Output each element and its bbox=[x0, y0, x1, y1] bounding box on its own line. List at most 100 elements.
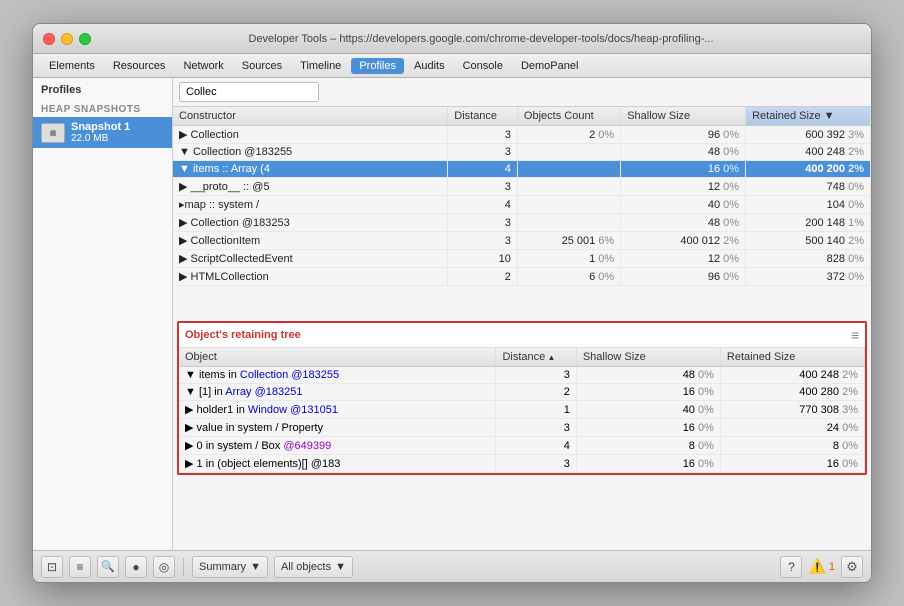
row-distance: 4 bbox=[448, 196, 518, 214]
sidebar-item-snapshot1[interactable]: ▦ Snapshot 1 22.0 MB bbox=[33, 117, 172, 148]
menu-elements[interactable]: Elements bbox=[41, 58, 103, 74]
ret-row-distance: 1 bbox=[496, 401, 576, 419]
row-constructor: ▶ HTMLCollection bbox=[173, 268, 448, 286]
col-retained-size[interactable]: Retained Size ▼ bbox=[746, 107, 871, 126]
title-bar: Developer Tools – https://developers.goo… bbox=[33, 24, 871, 54]
table-row[interactable]: ▶ HTMLCollection 2 6 0% 96 0% 372 0% bbox=[173, 268, 871, 286]
row-retained: 400 200 2% bbox=[746, 161, 871, 178]
row-retained: 600 392 3% bbox=[746, 126, 871, 144]
ret-row-retained: 770 308 3% bbox=[720, 401, 864, 419]
all-objects-dropdown[interactable]: All objects ▼ bbox=[274, 556, 353, 578]
row-retained: 372 0% bbox=[746, 268, 871, 286]
table-row[interactable]: ▶ ScriptCollectedEvent 10 1 0% 12 0% 828… bbox=[173, 250, 871, 268]
ret-row-shallow: 8 0% bbox=[576, 437, 720, 455]
sidebar-section: HEAP SNAPSHOTS bbox=[33, 100, 172, 117]
sidebar: Profiles HEAP SNAPSHOTS ▦ Snapshot 1 22.… bbox=[33, 78, 173, 550]
ret-col-object[interactable]: Object bbox=[179, 348, 496, 367]
row-obj-count bbox=[517, 196, 620, 214]
row-obj-count: 6 0% bbox=[517, 268, 620, 286]
row-distance: 3 bbox=[448, 178, 518, 196]
row-constructor: ▶ Collection bbox=[173, 126, 448, 144]
all-objects-dropdown-arrow: ▼ bbox=[335, 561, 346, 573]
minimize-button[interactable] bbox=[61, 33, 73, 45]
row-retained: 200 148 1% bbox=[746, 214, 871, 232]
row-obj-count: 1 0% bbox=[517, 250, 620, 268]
row-shallow: 12 0% bbox=[621, 178, 746, 196]
col-shallow-size[interactable]: Shallow Size bbox=[621, 107, 746, 126]
summary-dropdown[interactable]: Summary ▼ bbox=[192, 556, 268, 578]
table-row[interactable]: ▶ Collection @183253 3 48 0% 200 148 1% bbox=[173, 214, 871, 232]
filter-bar bbox=[173, 78, 871, 107]
help-btn[interactable]: ? bbox=[780, 556, 802, 578]
table-row[interactable]: ▶ __proto__ :: @5 3 12 0% 748 0% bbox=[173, 178, 871, 196]
snapshot-info: Snapshot 1 22.0 MB bbox=[71, 121, 130, 144]
menu-profiles[interactable]: Profiles bbox=[351, 58, 404, 74]
ret-row-shallow: 40 0% bbox=[576, 401, 720, 419]
bottom-toolbar: ⊡ ≡ 🔍 ● ◎ Summary ▼ All objects ▼ ? ⚠️ 1… bbox=[33, 550, 871, 582]
table-row[interactable]: ▸map :: system / 4 40 0% 104 0% bbox=[173, 196, 871, 214]
menu-console[interactable]: Console bbox=[455, 58, 511, 74]
search-btn[interactable]: 🔍 bbox=[97, 556, 119, 578]
menu-network[interactable]: Network bbox=[175, 58, 231, 74]
ret-row-retained: 400 280 2% bbox=[720, 384, 864, 401]
row-obj-count bbox=[517, 214, 620, 232]
close-button[interactable] bbox=[43, 33, 55, 45]
retaining-tree-title: Object's retaining tree bbox=[185, 329, 301, 341]
ret-row-distance: 3 bbox=[496, 367, 576, 384]
row-distance: 10 bbox=[448, 250, 518, 268]
col-objects-count[interactable]: Objects Count bbox=[517, 107, 620, 126]
table-row[interactable]: ▶ CollectionItem 3 25 001 6% 400 012 2% … bbox=[173, 232, 871, 250]
col-distance[interactable]: Distance bbox=[448, 107, 518, 126]
gear-btn[interactable]: ⚙ bbox=[841, 556, 863, 578]
warning-icon: ⚠️ bbox=[808, 558, 825, 575]
row-obj-count: 2 0% bbox=[517, 126, 620, 144]
ret-col-shallow[interactable]: Shallow Size bbox=[576, 348, 720, 367]
window-controls bbox=[43, 33, 91, 45]
summary-dropdown-arrow: ▼ bbox=[250, 561, 261, 573]
all-objects-label: All objects bbox=[281, 561, 331, 573]
col-constructor[interactable]: Constructor bbox=[173, 107, 448, 126]
table-row-selected[interactable]: ▼ items :: Array (4 4 16 0% 400 200 2% bbox=[173, 161, 871, 178]
row-shallow: 48 0% bbox=[621, 214, 746, 232]
snapshot-size: 22.0 MB bbox=[71, 133, 130, 144]
ret-row-retained: 8 0% bbox=[720, 437, 864, 455]
retaining-row[interactable]: ▶ value in system / Property 3 16 0% 24 … bbox=[179, 419, 865, 437]
menu-resources[interactable]: Resources bbox=[105, 58, 174, 74]
stack-btn[interactable]: ≡ bbox=[69, 556, 91, 578]
maximize-button[interactable] bbox=[79, 33, 91, 45]
ret-col-retained[interactable]: Retained Size bbox=[720, 348, 864, 367]
console-btn[interactable]: ⊡ bbox=[41, 556, 63, 578]
retaining-tree-section: Object's retaining tree ≡ Object Distanc… bbox=[177, 321, 867, 475]
ret-row-retained: 16 0% bbox=[720, 455, 864, 473]
menu-audits[interactable]: Audits bbox=[406, 58, 453, 74]
filter-input[interactable] bbox=[179, 82, 319, 102]
summary-label: Summary bbox=[199, 561, 246, 573]
row-retained: 500 140 2% bbox=[746, 232, 871, 250]
row-retained: 400 248 2% bbox=[746, 144, 871, 161]
menu-demopanel[interactable]: DemoPanel bbox=[513, 58, 586, 74]
retaining-tree-menu-icon[interactable]: ≡ bbox=[851, 327, 859, 343]
row-constructor: ▶ CollectionItem bbox=[173, 232, 448, 250]
sidebar-title: Profiles bbox=[33, 78, 172, 100]
retaining-row[interactable]: ▼ items in Collection @183255 3 48 0% 40… bbox=[179, 367, 865, 384]
ret-row-shallow: 16 0% bbox=[576, 455, 720, 473]
retaining-row[interactable]: ▶ 0 in system / Box @649399 4 8 0% 8 0% bbox=[179, 437, 865, 455]
retaining-tree-header: Object's retaining tree ≡ bbox=[179, 323, 865, 348]
ret-row-shallow: 48 0% bbox=[576, 367, 720, 384]
retaining-row[interactable]: ▶ holder1 in Window @131051 1 40 0% 770 … bbox=[179, 401, 865, 419]
ret-row-shallow: 16 0% bbox=[576, 384, 720, 401]
menu-timeline[interactable]: Timeline bbox=[292, 58, 349, 74]
row-shallow: 96 0% bbox=[621, 268, 746, 286]
table-row[interactable]: ▼ Collection @183255 3 48 0% 400 248 2% bbox=[173, 144, 871, 161]
table-row[interactable]: ▶ Collection 3 2 0% 96 0% 600 392 3% bbox=[173, 126, 871, 144]
menu-sources[interactable]: Sources bbox=[234, 58, 290, 74]
clear-btn[interactable]: ◎ bbox=[153, 556, 175, 578]
retaining-row[interactable]: ▼ [1] in Array @183251 2 16 0% 400 280 2… bbox=[179, 384, 865, 401]
row-distance: 3 bbox=[448, 126, 518, 144]
row-constructor: ▸map :: system / bbox=[173, 196, 448, 214]
record-btn[interactable]: ● bbox=[125, 556, 147, 578]
snapshot-icon: ▦ bbox=[41, 123, 65, 143]
retaining-row[interactable]: ▶ 1 in (object elements)[] @183 3 16 0% … bbox=[179, 455, 865, 473]
ret-col-distance[interactable]: Distance bbox=[496, 348, 576, 367]
row-distance: 3 bbox=[448, 144, 518, 161]
